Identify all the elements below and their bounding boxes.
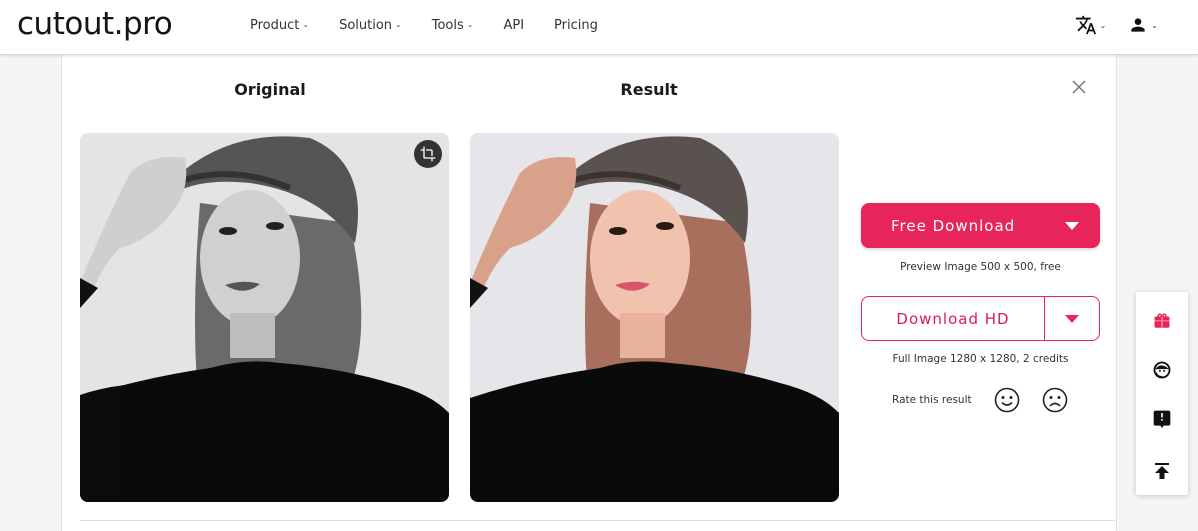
feedback-button[interactable] [1136,404,1188,434]
nav-solution[interactable]: Solution ⌄ [339,18,402,33]
portrait-color [470,133,839,502]
rating-row: Rate this result [892,387,1090,413]
original-title: Original [234,80,306,99]
header-right: ⌄ ⌄ [1053,14,1158,36]
download-hd-caption: Full Image 1280 x 1280, 2 credits [892,353,1069,365]
frown-icon[interactable] [1042,387,1068,413]
nav-tools[interactable]: Tools ⌄ [432,18,474,33]
language-button[interactable]: ⌄ [1075,14,1107,36]
result-modal: Original Result Free Download Preview Im… [61,55,1117,531]
download-hd-button[interactable]: Download HD [861,296,1100,341]
caret-down-icon [1065,221,1079,230]
rate-label: Rate this result [892,394,972,406]
portrait-grayscale [80,133,449,502]
nav-tools-label: Tools [431,18,464,33]
top-header: cutout.pro Product ⌄ Solution ⌄ Tools ⌄ API… [0,0,1198,55]
crop-button[interactable] [414,140,442,168]
back-to-top-icon [1155,463,1169,479]
caret-down-icon [1065,314,1079,323]
chevron-down-icon: ⌄ [1099,20,1107,30]
nav-api[interactable]: API [503,18,524,33]
smile-icon[interactable] [994,387,1020,413]
result-image [470,133,839,502]
result-title: Result [620,80,678,99]
close-icon [1072,80,1086,94]
chevron-down-icon: ⌄ [1151,20,1158,30]
gift-button[interactable] [1136,306,1188,336]
free-download-button[interactable]: Free Download [861,203,1100,248]
chevron-down-icon: ⌄ [395,20,402,29]
download-hd-dropdown[interactable] [1044,297,1099,340]
close-button[interactable] [1069,77,1089,97]
account-button[interactable]: ⌄ [1128,15,1158,35]
gift-icon [1154,313,1170,328]
download-hd-label: Download HD [896,309,1010,328]
translate-icon [1075,15,1096,35]
nav-product[interactable]: Product ⌄ [250,18,309,33]
support-button[interactable] [1136,355,1188,385]
main-nav: Product ⌄ Solution ⌄ Tools ⌄ API Pricing [250,18,628,33]
back-to-top-button[interactable] [1136,456,1188,486]
original-image [80,133,449,502]
nav-api-label: API [503,18,525,33]
chevron-down-icon: ⌄ [302,20,310,29]
free-download-dropdown[interactable] [1044,221,1100,230]
free-download-label: Free Download [891,216,1016,235]
divider [80,520,1115,521]
crop-icon [420,146,436,162]
nav-solution-label: Solution [339,18,393,33]
feedback-icon [1153,410,1171,429]
free-download-caption: Preview Image 500 x 500, free [900,261,1061,273]
chevron-down-icon: ⌄ [466,20,474,29]
side-toolbar [1136,292,1188,495]
support-icon [1153,361,1171,379]
logo[interactable]: cutout.pro [17,6,173,42]
nav-product-label: Product [250,18,300,33]
nav-pricing-label: Pricing [554,18,598,33]
user-icon [1131,18,1145,32]
nav-pricing[interactable]: Pricing [554,18,598,33]
